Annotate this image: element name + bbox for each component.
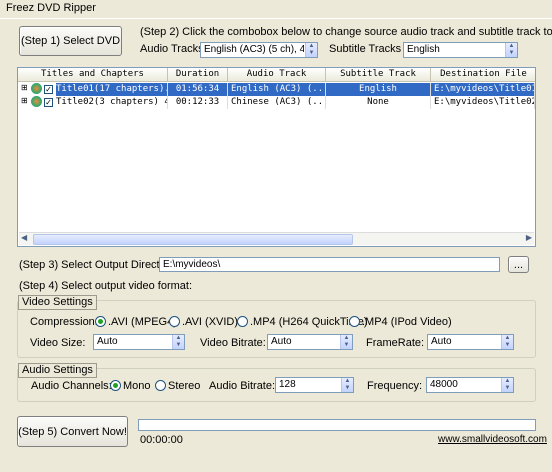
- row2-subtitle[interactable]: None: [326, 96, 431, 109]
- row2-duration: 00:12:33: [168, 96, 228, 109]
- col-header-audio[interactable]: Audio Track: [228, 68, 326, 82]
- audio-bitrate-label: Audio Bitrate:: [209, 380, 276, 392]
- website-link[interactable]: www.smallvideosoft.com: [438, 434, 547, 445]
- combo-arrow-icon: ▲ ▼: [341, 378, 353, 392]
- col-header-duration[interactable]: Duration: [168, 68, 228, 82]
- title-bar: Freez DVD Ripper: [0, 0, 552, 19]
- format-label-avi-mpeg4[interactable]: .AVI (MPEG4): [108, 316, 177, 328]
- audio-bitrate-combo[interactable]: 128 ▲ ▼: [275, 377, 354, 393]
- audio-tracks-combo[interactable]: English (AC3) (5 ch), 48000Hz ▲▼: [200, 42, 318, 58]
- col-header-destination[interactable]: Destination File: [431, 68, 535, 82]
- framerate-combo[interactable]: Auto ▲ ▼: [427, 334, 514, 350]
- framerate-label: FrameRate:: [366, 337, 425, 349]
- combo-arrow-icon: ▲ ▼: [172, 335, 184, 349]
- titles-table[interactable]: Titles and Chapters Duration Audio Track…: [17, 67, 536, 247]
- video-bitrate-label: Video Bitrate:: [200, 337, 266, 349]
- row1-audio[interactable]: English (AC3) (...: [228, 83, 326, 96]
- convert-now-button[interactable]: (Step 5) Convert Now!: [17, 416, 128, 447]
- col-header-subtitle[interactable]: Subtitle Track: [326, 68, 431, 82]
- format-label-avi-xvid[interactable]: .AVI (XVID): [182, 316, 238, 328]
- output-directory-input[interactable]: E:\myvideos\: [159, 257, 500, 272]
- row1-title[interactable]: Title01(17 chapters)...: [56, 83, 168, 96]
- dvd-icon: [31, 96, 42, 107]
- combo-arrow-icon: ▲ ▼: [305, 43, 317, 57]
- format-label-mp4-ipod[interactable]: .MP4 (IPod Video): [362, 316, 452, 328]
- subtitle-tracks-combo[interactable]: English ▲ ▼: [403, 42, 518, 58]
- scroll-thumb[interactable]: [33, 234, 353, 245]
- window-title: Freez DVD Ripper: [6, 2, 96, 14]
- scroll-left-icon[interactable]: ◀: [21, 233, 27, 242]
- subtitle-tracks-label: Subtitle Tracks: [329, 43, 402, 55]
- frequency-combo[interactable]: 48000 ▲ ▼: [426, 377, 514, 393]
- dvd-icon: [31, 83, 42, 94]
- expand-icon[interactable]: ⊞: [21, 83, 28, 92]
- format-radio-mp4-h264[interactable]: [237, 316, 248, 327]
- row1-duration: 01:56:34: [168, 83, 228, 96]
- audio-settings-title: Audio Settings: [18, 363, 97, 378]
- frequency-label: Frequency:: [367, 380, 423, 392]
- row2-title[interactable]: Title02(3 chapters) 4:3: [56, 96, 168, 109]
- col-header-titles[interactable]: Titles and Chapters: [18, 68, 168, 82]
- elapsed-time: 00:00:00: [140, 434, 183, 446]
- scroll-right-icon[interactable]: ▶: [526, 233, 532, 242]
- channel-label-stereo[interactable]: Stereo: [168, 380, 200, 392]
- row2-destination[interactable]: E:\myvideos\Title02.av: [431, 96, 535, 109]
- browse-button[interactable]: ...: [508, 256, 529, 273]
- video-size-combo[interactable]: Auto ▲ ▼: [93, 334, 185, 350]
- compression-label: Compression:: [30, 316, 98, 328]
- row-checkbox[interactable]: ✓: [44, 98, 53, 107]
- video-bitrate-combo[interactable]: Auto ▲ ▼: [267, 334, 353, 350]
- video-size-label: Video Size:: [30, 337, 86, 349]
- expand-icon[interactable]: ⊞: [21, 96, 28, 105]
- channel-radio-stereo[interactable]: [155, 380, 166, 391]
- step2-instruction: (Step 2) Click the combobox below to cha…: [140, 26, 552, 38]
- step3-label: (Step 3) Select Output Directory:: [19, 259, 178, 271]
- horizontal-scrollbar[interactable]: ◀ ▶: [19, 232, 534, 245]
- channel-label-mono[interactable]: Mono: [123, 380, 151, 392]
- format-radio-avi-xvid[interactable]: [169, 316, 180, 327]
- video-settings-title: Video Settings: [18, 295, 97, 310]
- combo-arrow-icon: ▲ ▼: [501, 378, 513, 392]
- format-radio-mp4-ipod[interactable]: [349, 316, 360, 327]
- step4-label: (Step 4) Select output video format:: [19, 280, 193, 292]
- row-checkbox[interactable]: ✓: [44, 85, 53, 94]
- row1-subtitle[interactable]: English: [326, 83, 431, 96]
- audio-channels-label: Audio Channels:: [31, 380, 112, 392]
- conversion-progress-bar: [138, 419, 536, 431]
- channel-radio-mono[interactable]: [110, 380, 121, 391]
- combo-arrow-icon: ▲ ▼: [501, 335, 513, 349]
- combo-arrow-icon: ▲ ▼: [340, 335, 352, 349]
- audio-tracks-label: Audio Tracks: [140, 43, 204, 55]
- row1-destination[interactable]: E:\myvideos\Title01.av: [431, 83, 535, 96]
- row2-audio[interactable]: Chinese (AC3) (...: [228, 96, 326, 109]
- format-radio-avi-mpeg4[interactable]: [95, 316, 106, 327]
- combo-arrow-icon: ▲ ▼: [505, 43, 517, 57]
- select-dvd-button[interactable]: (Step 1) Select DVD: [19, 26, 122, 56]
